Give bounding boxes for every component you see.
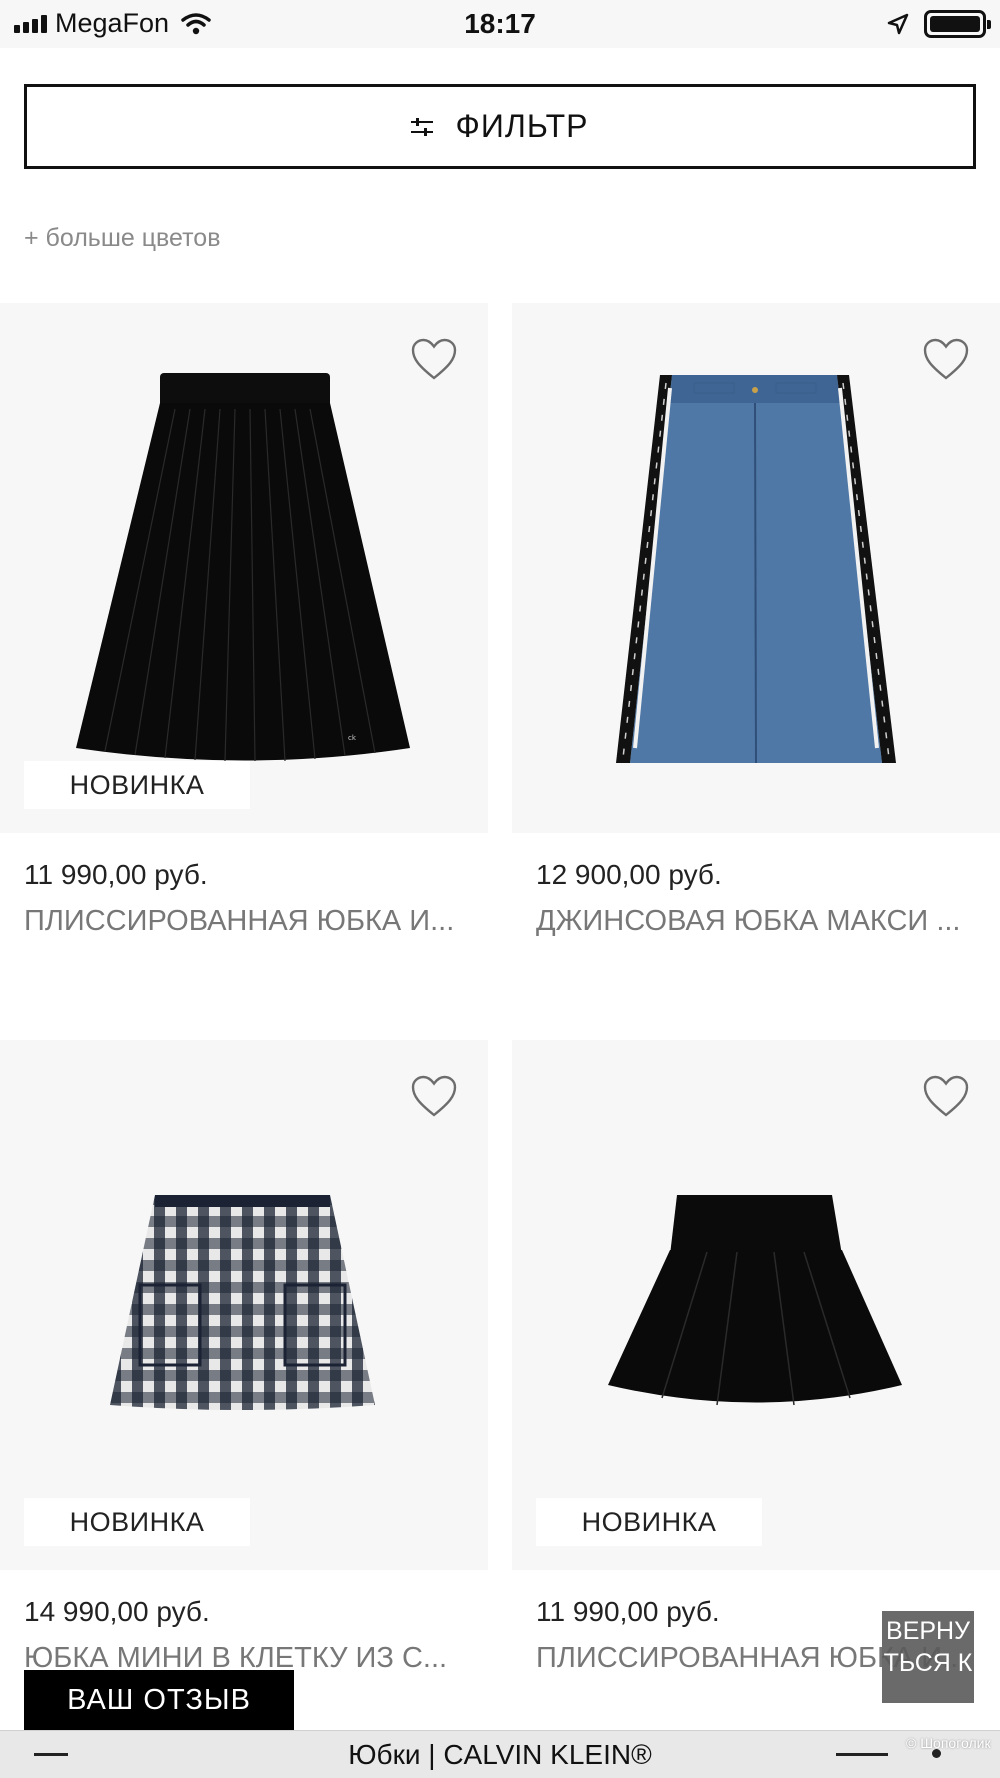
page: MegaFon 18:17 ФИЛЬТР + больше цветов ck … — [0, 0, 1000, 1778]
filter-button[interactable]: ФИЛЬТР — [24, 84, 976, 169]
product-image[interactable]: ck НОВИНКА — [0, 303, 488, 833]
black-pleated-midi-skirt-image: ck — [76, 373, 410, 762]
product-card[interactable]: ck НОВИНКА 11 990,00 руб. ПЛИССИРОВАННАЯ… — [0, 303, 488, 938]
svg-text:ck: ck — [348, 734, 357, 742]
product-card[interactable]: 12 900,00 руб. ДЖИНСОВАЯ ЮБКА МАКСИ ... — [512, 303, 1000, 938]
plaid-mini-skirt-image — [110, 1195, 375, 1410]
product-name[interactable]: ДЖИНСОВАЯ ЮБКА МАКСИ ... — [536, 905, 996, 938]
product-image[interactable]: НОВИНКА — [0, 1040, 488, 1570]
product-price: 14 990,00 руб. — [24, 1596, 210, 1627]
black-pleated-mini-skirt-image — [608, 1195, 902, 1406]
product-card[interactable]: НОВИНКА 14 990,00 руб. ЮБКА МИНИ В КЛЕТК… — [0, 1040, 488, 1675]
watermark: © Шопоголик — [906, 1735, 991, 1751]
bottom-bar: Юбки | CALVIN KLEIN® — [0, 1730, 1000, 1778]
feedback-button[interactable]: ВАШ ОТЗЫВ — [24, 1670, 294, 1730]
product-price: 12 900,00 руб. — [536, 859, 722, 890]
status-bar: MegaFon 18:17 — [0, 0, 1000, 48]
favorite-heart-icon[interactable] — [410, 337, 458, 381]
favorite-heart-icon[interactable] — [922, 1074, 970, 1118]
status-time: 18:17 — [464, 8, 536, 39]
product-image[interactable] — [512, 303, 1000, 833]
back-to-top-button[interactable]: ВЕРНУТЬСЯ К — [882, 1611, 974, 1703]
favorite-heart-icon[interactable] — [410, 1074, 458, 1118]
battery-icon — [924, 10, 991, 38]
more-colors-link[interactable]: + больше цветов — [24, 224, 220, 253]
new-badge: НОВИНКА — [24, 1498, 250, 1546]
filter-label: ФИЛЬТР — [455, 108, 589, 144]
location-arrow-icon — [887, 13, 909, 35]
sliders-icon — [411, 117, 434, 136]
denim-maxi-skirt-image — [616, 375, 896, 764]
new-badge: НОВИНКА — [24, 761, 250, 809]
status-right — [886, 10, 991, 38]
product-name[interactable]: ПЛИССИРОВАННАЯ ЮБКА И... — [24, 905, 484, 938]
product-card[interactable]: НОВИНКА 11 990,00 руб. ПЛИССИРОВАННАЯ ЮБ… — [512, 1040, 1000, 1675]
new-badge: НОВИНКА — [536, 1498, 762, 1546]
favorite-heart-icon[interactable] — [922, 337, 970, 381]
tab-indicator-icon — [836, 1753, 888, 1756]
product-image[interactable]: НОВИНКА — [512, 1040, 1000, 1570]
product-price: 11 990,00 руб. — [24, 859, 208, 890]
